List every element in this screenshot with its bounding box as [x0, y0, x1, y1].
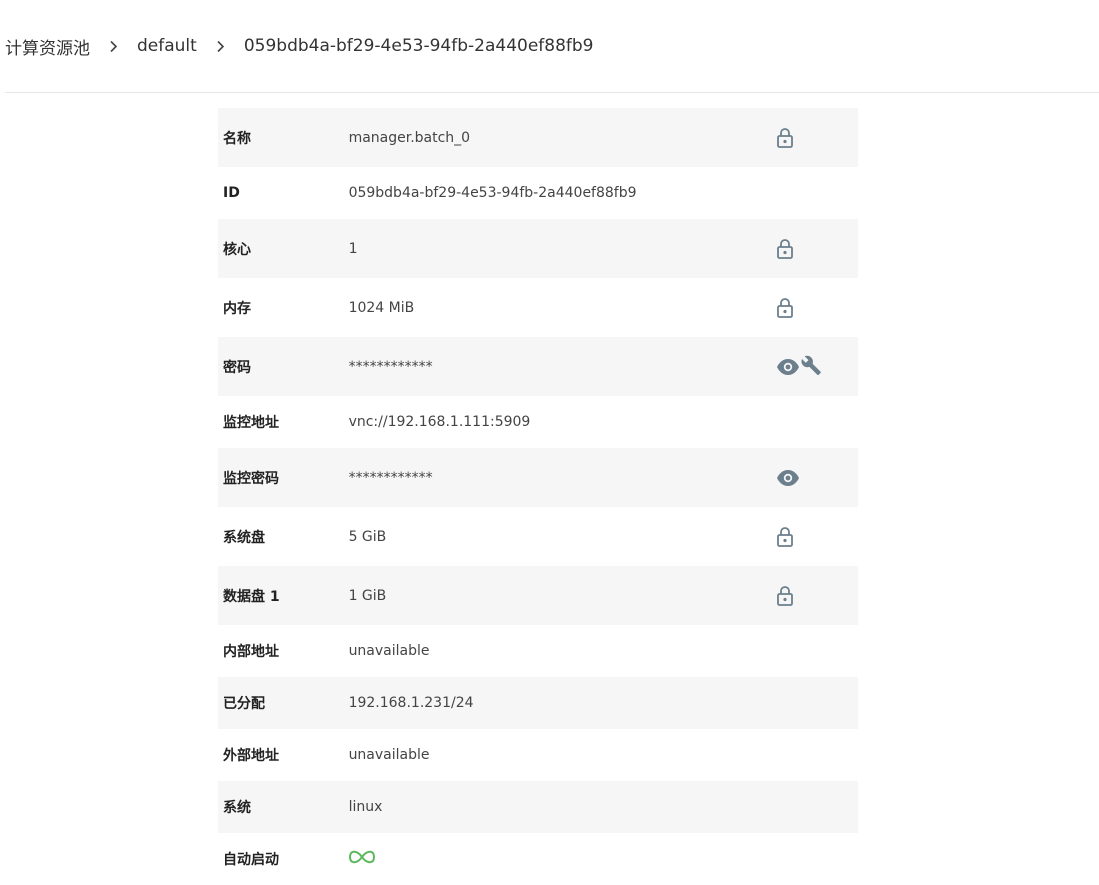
row-value: unavailable: [348, 747, 430, 763]
row-label: 监控地址: [223, 415, 279, 431]
detail-row-os: 系统 linux: [218, 781, 858, 833]
breadcrumb-compute-pool[interactable]: 计算资源池: [5, 34, 90, 59]
chevron-right-icon: [197, 40, 244, 53]
row-label: 名称: [223, 130, 251, 147]
row-label: 内部地址: [223, 644, 279, 660]
row-label: 核心: [223, 241, 251, 258]
row-label: 监控密码: [223, 470, 279, 487]
row-label: 系统盘: [223, 529, 265, 546]
detail-row-internal-address: 内部地址 unavailable: [218, 625, 858, 677]
lock-icon[interactable]: [776, 127, 794, 149]
detail-row-memory: 内存 1024 MiB: [218, 278, 858, 337]
row-value: 1: [348, 240, 358, 257]
detail-row-autostart: 自动启动: [218, 833, 858, 885]
row-value: unavailable: [348, 643, 430, 659]
detail-row-monitor-password: 监控密码 ************: [218, 448, 858, 507]
row-value: ************: [348, 469, 433, 486]
row-label: 系统: [223, 800, 251, 816]
eye-icon[interactable]: [776, 469, 800, 486]
row-label: 数据盘 1: [223, 588, 280, 605]
row-value: [348, 833, 769, 885]
row-value: 192.168.1.231/24: [348, 695, 474, 711]
lock-icon[interactable]: [776, 585, 794, 607]
lock-icon[interactable]: [776, 297, 794, 319]
detail-row-allocated: 已分配 192.168.1.231/24: [218, 677, 858, 729]
infinity-icon: [348, 850, 375, 868]
detail-row-id: ID 059bdb4a-bf29-4e53-94fb-2a440ef88fb9: [218, 167, 858, 219]
row-label: 自动启动: [223, 852, 279, 868]
lock-icon[interactable]: [776, 238, 794, 260]
breadcrumb-pool-default[interactable]: default: [137, 36, 197, 56]
eye-icon[interactable]: [776, 358, 800, 375]
detail-row-name: 名称 manager.batch_0: [218, 108, 858, 167]
row-value: 1024 MiB: [348, 299, 415, 316]
row-value: 1 GiB: [348, 587, 387, 604]
detail-row-system-disk: 系统盘 5 GiB: [218, 507, 858, 566]
row-value: manager.batch_0: [348, 129, 471, 146]
row-value: 059bdb4a-bf29-4e53-94fb-2a440ef88fb9: [348, 185, 637, 201]
breadcrumb: 计算资源池 default 059bdb4a-bf29-4e53-94fb-2a…: [5, 33, 594, 59]
row-label: 密码: [223, 359, 251, 376]
row-value: ************: [348, 358, 433, 375]
chevron-right-icon: [90, 40, 137, 53]
row-label: 已分配: [223, 696, 265, 712]
header-divider: [5, 92, 1099, 93]
detail-row-data-disk-1: 数据盘 1 1 GiB: [218, 566, 858, 625]
wrench-icon[interactable]: [800, 355, 824, 379]
detail-row-external-address: 外部地址 unavailable: [218, 729, 858, 781]
detail-row-monitor-address: 监控地址 vnc://192.168.1.111:5909: [218, 396, 858, 448]
lock-icon[interactable]: [776, 526, 794, 548]
detail-row-password: 密码 ************: [218, 337, 858, 396]
row-value: vnc://192.168.1.111:5909: [348, 414, 531, 430]
breadcrumb-instance-id: 059bdb4a-bf29-4e53-94fb-2a440ef88fb9: [243, 36, 594, 56]
detail-row-cores: 核心 1: [218, 219, 858, 278]
row-label: 外部地址: [223, 748, 279, 764]
row-label: ID: [223, 185, 240, 201]
row-value: linux: [348, 799, 383, 815]
row-value: 5 GiB: [348, 528, 387, 545]
instance-detail-table: 名称 manager.batch_0 ID 059bdb4a-bf29-4e53…: [218, 108, 858, 885]
row-label: 内存: [223, 300, 251, 317]
